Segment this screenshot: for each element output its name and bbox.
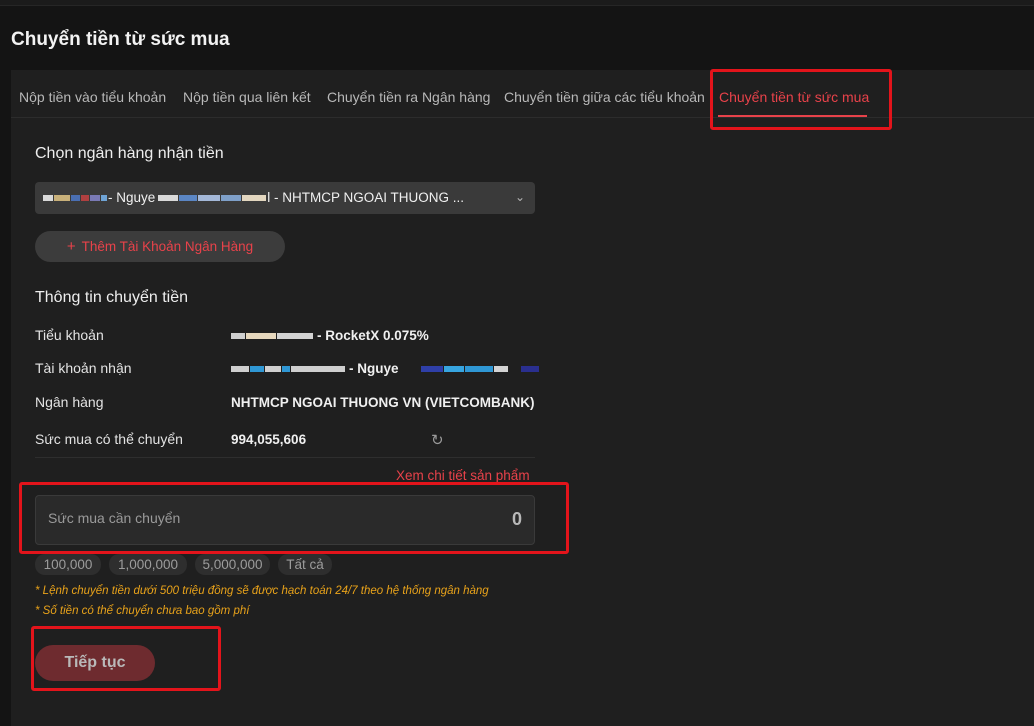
transfer-amount-value: 0 <box>511 509 522 529</box>
redaction-mask <box>265 366 281 373</box>
info-value-subaccount: - RocketX 0.075% <box>231 328 429 343</box>
info-value-subaccount-text: - RocketX 0.075% <box>317 328 429 343</box>
quick-amount-100k[interactable]: 100,000 <box>35 554 101 575</box>
chevron-down-icon: ⌄ <box>514 190 525 204</box>
tab-deposit-subaccount[interactable]: Nộp tiền vào tiểu khoản <box>19 89 166 105</box>
info-value-bank: NHTMCP NGOAI THUONG VN (VIETCOMBANK) <box>231 395 535 410</box>
redaction-mask <box>250 366 264 373</box>
info-label-receiving-account: Tài khoản nhận <box>35 360 132 376</box>
bank-account-name-partial: - Nguye <box>108 190 156 205</box>
info-value-receiving-account-text: - Nguye <box>349 361 399 376</box>
redaction-mask <box>443 366 464 373</box>
continue-button[interactable]: Tiếp tục <box>35 645 155 681</box>
redaction-mask <box>71 195 80 202</box>
tab-transfer-to-bank[interactable]: Chuyển tiền ra Ngân hàng <box>327 89 490 105</box>
redaction-mask <box>242 195 267 202</box>
info-label-bank: Ngân hàng <box>35 394 104 410</box>
redaction-mask <box>221 195 242 202</box>
redaction-mask <box>81 195 89 202</box>
info-label-buying-power: Sức mua có thể chuyển <box>35 431 183 447</box>
transfer-panel: Nộp tiền vào tiểu khoản Nộp tiền qua liê… <box>11 69 1034 726</box>
tab-transfer-from-buying-power[interactable]: Chuyển tiền từ sức mua <box>719 89 869 105</box>
page-title: Chuyển tiền từ sức mua <box>11 29 230 50</box>
redaction-mask <box>277 333 313 340</box>
redaction-mask <box>231 366 249 373</box>
transfer-amount-input[interactable] <box>48 510 408 526</box>
redaction-mask <box>101 195 107 202</box>
note-fee-excluded: * Số tiền có thể chuyển chưa bao gồm phí <box>35 605 250 617</box>
redaction-mask <box>231 333 245 340</box>
transfer-amount-field[interactable]: 0 <box>35 495 535 545</box>
bank-section-title: Chọn ngân hàng nhận tiền <box>35 145 224 162</box>
info-label-subaccount: Tiểu khoản <box>35 327 104 343</box>
bank-account-select[interactable]: - Nguye l - NHTMCP NGOAI THUONG ... ⌄ <box>35 182 535 214</box>
add-bank-account-button[interactable]: + Thêm Tài Khoản Ngân Hàng <box>35 231 285 262</box>
transfer-info-title: Thông tin chuyển tiền <box>35 289 188 306</box>
redaction-mask <box>43 195 53 202</box>
active-tab-indicator <box>718 115 867 117</box>
add-bank-account-label: Thêm Tài Khoản Ngân Hàng <box>81 239 254 254</box>
redaction-mask <box>54 195 70 202</box>
top-bar <box>0 0 1034 6</box>
tab-bar: Nộp tiền vào tiểu khoản Nộp tiền qua liê… <box>11 70 1034 118</box>
redaction-mask <box>90 195 100 202</box>
bank-account-bank-partial: l - NHTMCP NGOAI THUONG ... <box>267 190 465 205</box>
redaction-mask <box>158 195 179 202</box>
info-value-buying-power: 994,055,606 <box>231 432 307 447</box>
plus-icon: + <box>66 238 76 255</box>
product-detail-link[interactable]: Xem chi tiết sản phẩm <box>396 468 530 483</box>
redaction-mask <box>179 195 198 202</box>
refresh-icon[interactable]: ↻ <box>431 431 444 449</box>
tab-transfer-between-subaccounts[interactable]: Chuyển tiền giữa các tiểu khoản <box>504 89 705 105</box>
redaction-mask <box>198 195 221 202</box>
quick-amount-1m[interactable]: 1,000,000 <box>109 554 187 575</box>
redaction-mask <box>282 366 290 373</box>
redaction-mask <box>291 366 345 373</box>
info-divider <box>35 457 535 458</box>
redaction-mask <box>493 366 508 373</box>
redaction-mask <box>246 333 276 340</box>
quick-amount-5m[interactable]: 5,000,000 <box>195 554 270 575</box>
redaction-mask <box>520 366 539 373</box>
bank-account-selected: - Nguye l - NHTMCP NGOAI THUONG ... <box>43 190 464 205</box>
redaction-mask <box>464 366 493 373</box>
quick-amount-all[interactable]: Tất cả <box>278 554 332 575</box>
note-transfer-timing: * Lệnh chuyển tiền dưới 500 triệu đồng s… <box>35 585 489 597</box>
redaction-mask <box>420 366 443 373</box>
info-value-receiving-account: - Nguye <box>231 361 540 376</box>
tab-deposit-linked[interactable]: Nộp tiền qua liên kết <box>183 89 311 105</box>
